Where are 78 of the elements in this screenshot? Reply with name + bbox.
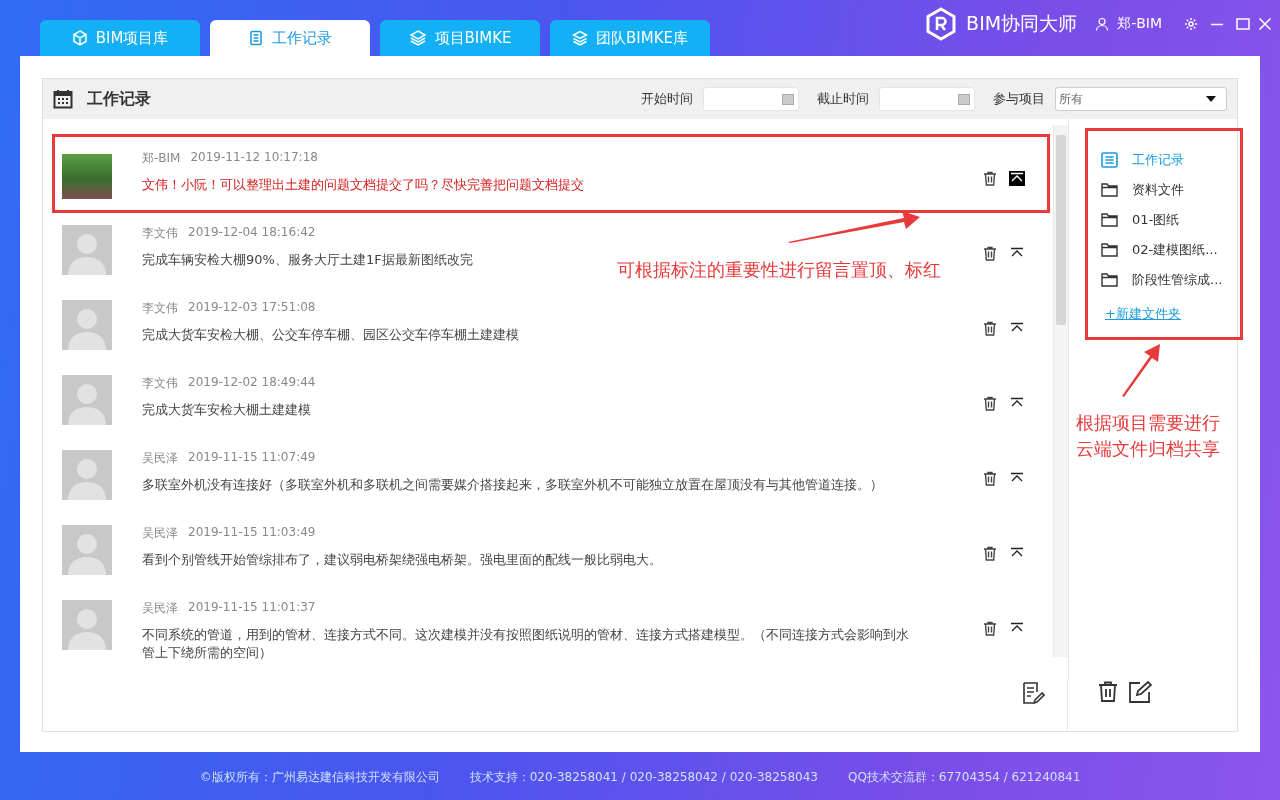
folder-item[interactable]: 资料文件 xyxy=(1101,175,1237,205)
calendar-icon xyxy=(958,93,970,105)
box-icon xyxy=(408,30,427,46)
avatar-silhouette xyxy=(62,525,112,575)
tab[interactable]: 工作记录 xyxy=(210,20,370,56)
footer-text: 技术支持：020-38258041 / 020-38258042 / 020-38258043 xyxy=(469,769,818,786)
footer-text: QQ技术交流群：67704354 / 621240841 xyxy=(847,769,1081,786)
timestamp: 2019-12-02 18:49:44 xyxy=(188,375,316,391)
annotation-text: 可根据标注的重要性进行留言置顶、标红 xyxy=(617,258,941,282)
folder-item[interactable]: 02-建模图纸... xyxy=(1101,235,1237,265)
timestamp: 2019-12-03 17:51:08 xyxy=(188,300,316,316)
author-name: 吴民泽 xyxy=(142,525,178,542)
annotation-text: 根据项目需要进行云端文件归档共享 xyxy=(1076,411,1221,461)
calendar-icon xyxy=(53,89,73,109)
calendar-icon xyxy=(782,93,794,105)
project-label: 参与项目 xyxy=(993,90,1045,108)
author-name: 吴民泽 xyxy=(142,600,178,617)
caret-icon xyxy=(1206,96,1216,102)
write-note-icon[interactable] xyxy=(1021,681,1045,705)
timestamp: 2019-12-04 18:16:42 xyxy=(188,225,316,241)
timestamp: 2019-11-15 11:03:49 xyxy=(188,525,316,541)
avatar-silhouette xyxy=(62,225,112,275)
trash-icon[interactable] xyxy=(983,546,997,561)
avatar-silhouette xyxy=(62,375,112,425)
folder-item[interactable]: 01-图纸 xyxy=(1101,205,1237,235)
author-name: 李文伟 xyxy=(142,300,178,317)
folder-icon xyxy=(1101,213,1118,227)
start-time-label: 开始时间 xyxy=(641,90,693,108)
footer-text: ©版权所有：广州易达建信科技开发有限公司 xyxy=(199,769,440,786)
photo-placeholder xyxy=(62,154,112,199)
trash-icon[interactable] xyxy=(983,471,997,486)
timestamp: 2019-11-12 10:17:18 xyxy=(190,150,318,166)
scrollbar[interactable] xyxy=(1053,125,1068,657)
trash-icon[interactable] xyxy=(983,396,997,411)
end-date-field[interactable] xyxy=(879,87,975,111)
avatar-silhouette xyxy=(62,450,112,500)
cube-icon xyxy=(71,30,88,46)
start-date-field[interactable] xyxy=(703,87,799,111)
end-time-label: 截止时间 xyxy=(817,90,869,108)
logo-icon xyxy=(924,7,959,41)
close-icon[interactable] xyxy=(1258,17,1272,31)
trash-icon[interactable] xyxy=(983,321,997,336)
avatar-silhouette xyxy=(62,600,112,650)
settings-icon[interactable] xyxy=(1184,17,1198,31)
trash-icon[interactable] xyxy=(983,171,997,186)
timestamp: 2019-11-15 11:07:49 xyxy=(188,450,316,466)
document-icon xyxy=(1101,152,1118,168)
user-name[interactable]: 郑-BIM xyxy=(1117,15,1162,33)
app-title: BIM协同大师 xyxy=(966,11,1078,36)
folder-icon xyxy=(1101,183,1118,197)
trash-icon[interactable] xyxy=(983,621,997,636)
message-text: 完成大货车安检大棚、公交车停车棚、园区公交车停车棚土建建模 xyxy=(142,326,520,344)
folder-icon xyxy=(1101,273,1118,287)
timestamp: 2019-11-15 11:01:37 xyxy=(188,600,316,616)
layers-icon xyxy=(572,30,588,46)
author-name: 吴民泽 xyxy=(142,450,178,467)
panel-title: 工作记录 xyxy=(87,88,151,110)
message-text: 多联室外机没有连接好（多联室外机和多联机之间需要媒介搭接起来，多联室外机不可能独立放置在屋顶没有与其他管道连接。） xyxy=(142,476,884,494)
folder-icon xyxy=(1101,243,1118,257)
avatar-silhouette xyxy=(62,300,112,350)
author-name: 郑-BIM xyxy=(142,150,181,167)
project-select[interactable]: 所有 xyxy=(1055,87,1227,111)
folder-item[interactable]: 工作记录 xyxy=(1101,145,1237,175)
message-text: 文伟！小阮！可以整理出土建的问题文档提交了吗？尽快完善把问题文档提交 xyxy=(142,176,585,194)
new-folder-link[interactable]: +新建文件夹 xyxy=(1105,305,1181,323)
trash-icon[interactable] xyxy=(1098,681,1118,703)
author-name: 李文伟 xyxy=(142,225,178,242)
edit-icon[interactable] xyxy=(1128,681,1152,703)
user-icon xyxy=(1095,17,1110,31)
document-icon xyxy=(248,30,264,46)
message-text: 完成大货车安检大棚土建建模 xyxy=(142,401,312,419)
trash-icon[interactable] xyxy=(983,246,997,261)
message-text: 不同系统的管道，用到的管材、连接方式不同。这次建模并没有按照图纸说明的管材、连接方式搭建模型。（不同连接方式会影响到水管上下绕所需的空间） xyxy=(142,626,910,662)
author-name: 李文伟 xyxy=(142,375,178,392)
maximize-icon[interactable] xyxy=(1236,17,1250,31)
folder-item[interactable]: 阶段性管综成... xyxy=(1101,265,1237,295)
message-text: 看到个别管线开始管综排布了，建议弱电桥架绕强电桥架。强电里面的配线一般比弱电大。 xyxy=(142,551,663,569)
pin-top-icon[interactable] xyxy=(1009,171,1025,186)
